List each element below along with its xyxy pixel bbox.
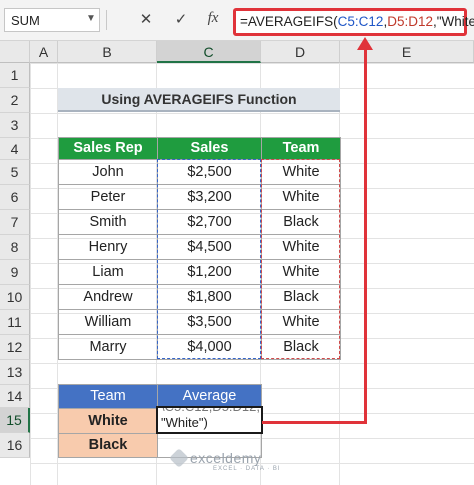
cell-sales-3[interactable]: $2,700: [157, 209, 262, 235]
cell-sales-6[interactable]: $1,800: [157, 284, 262, 310]
row-header-2[interactable]: 2: [0, 88, 30, 113]
cell-sales-5[interactable]: $1,200: [157, 259, 262, 285]
edit-cell-line2: "White"): [161, 415, 208, 430]
formula-bar-separator: [106, 10, 107, 30]
row-header-14[interactable]: 14: [0, 385, 30, 408]
formula-input[interactable]: =AVERAGEIFS(C5:C12,D5:D12,"White"): [233, 8, 474, 36]
cell-team-6[interactable]: Black: [261, 284, 341, 310]
select-all-corner[interactable]: [0, 41, 30, 63]
name-box-dropdown-icon[interactable]: ▼: [86, 13, 96, 24]
cell-sales-7[interactable]: $3,500: [157, 309, 262, 335]
cell-sales-rep-5[interactable]: Liam: [58, 259, 158, 285]
cell-sales-rep-1[interactable]: John: [58, 159, 158, 185]
cell-sales-1[interactable]: $2,500: [157, 159, 262, 185]
column-header-d[interactable]: D: [261, 41, 340, 63]
cell-team-8[interactable]: Black: [261, 334, 341, 360]
cell-team-7[interactable]: White: [261, 309, 341, 335]
row-header-15[interactable]: 15: [0, 408, 30, 433]
summary-header-team[interactable]: Team: [58, 384, 158, 409]
cell-sales-rep-8[interactable]: Marry: [58, 334, 158, 360]
row-header-5[interactable]: 5: [0, 160, 30, 185]
enter-icon[interactable]: ✓: [172, 10, 190, 28]
watermark-brand: exceldemy: [190, 450, 262, 466]
cell-sales-rep-2[interactable]: Peter: [58, 184, 158, 210]
cell-team-1[interactable]: White: [261, 159, 341, 185]
edit-cell-line1: \C5:C12,D5:D12,: [161, 406, 260, 414]
formula-prefix: =AVERAGEIFS(: [240, 14, 338, 29]
row-header-10[interactable]: 10: [0, 285, 30, 310]
formula-range-c: C5:C12: [337, 14, 384, 29]
cell-team-3[interactable]: Black: [261, 209, 341, 235]
row-header-9[interactable]: 9: [0, 260, 30, 285]
cell-sales-rep-6[interactable]: Andrew: [58, 284, 158, 310]
row-header-7[interactable]: 7: [0, 210, 30, 235]
cell-sales-4[interactable]: $4,500: [157, 234, 262, 260]
summary-team-white[interactable]: White: [58, 408, 158, 434]
column-header-a[interactable]: A: [30, 41, 58, 63]
insert-function-icon[interactable]: fx: [204, 10, 222, 27]
cell-sales-rep-3[interactable]: Smith: [58, 209, 158, 235]
row-header-13[interactable]: 13: [0, 360, 30, 385]
cancel-icon[interactable]: ✕: [137, 10, 155, 28]
row-header-11[interactable]: 11: [0, 310, 30, 335]
cell-team-2[interactable]: White: [261, 184, 341, 210]
row-header-12[interactable]: 12: [0, 335, 30, 360]
formula-suffix: ,"White"): [432, 14, 474, 29]
row-header-6[interactable]: 6: [0, 185, 30, 210]
row-header-8[interactable]: 8: [0, 235, 30, 260]
row-header-1[interactable]: 1: [0, 63, 30, 88]
cell-sales-8[interactable]: $4,000: [157, 334, 262, 360]
column-header-c[interactable]: C: [157, 41, 261, 63]
callout-arrow-vertical: [364, 48, 367, 424]
summary-team-black[interactable]: Black: [58, 433, 158, 458]
sheet-title[interactable]: Using AVERAGEIFS Function: [58, 88, 340, 112]
header-sales-rep[interactable]: Sales Rep: [58, 137, 158, 160]
header-team[interactable]: Team: [261, 137, 341, 160]
header-sales[interactable]: Sales: [157, 137, 262, 160]
cell-sales-2[interactable]: $3,200: [157, 184, 262, 210]
row-header-4[interactable]: 4: [0, 138, 30, 160]
callout-arrow-horizontal: [262, 421, 367, 424]
cell-team-4[interactable]: White: [261, 234, 341, 260]
row-header-3[interactable]: 3: [0, 113, 30, 138]
formula-range-d: D5:D12: [387, 14, 433, 29]
cell-sales-rep-4[interactable]: Henry: [58, 234, 158, 260]
row-header-16[interactable]: 16: [0, 433, 30, 458]
callout-arrowhead-icon: [357, 37, 373, 50]
watermark-tagline: EXCEL · DATA · BI: [213, 466, 281, 472]
active-edit-cell-c15[interactable]: \C5:C12,D5:D12, "White"): [156, 406, 263, 434]
column-header-b[interactable]: B: [58, 41, 157, 63]
cell-sales-rep-7[interactable]: William: [58, 309, 158, 335]
cell-team-5[interactable]: White: [261, 259, 341, 285]
